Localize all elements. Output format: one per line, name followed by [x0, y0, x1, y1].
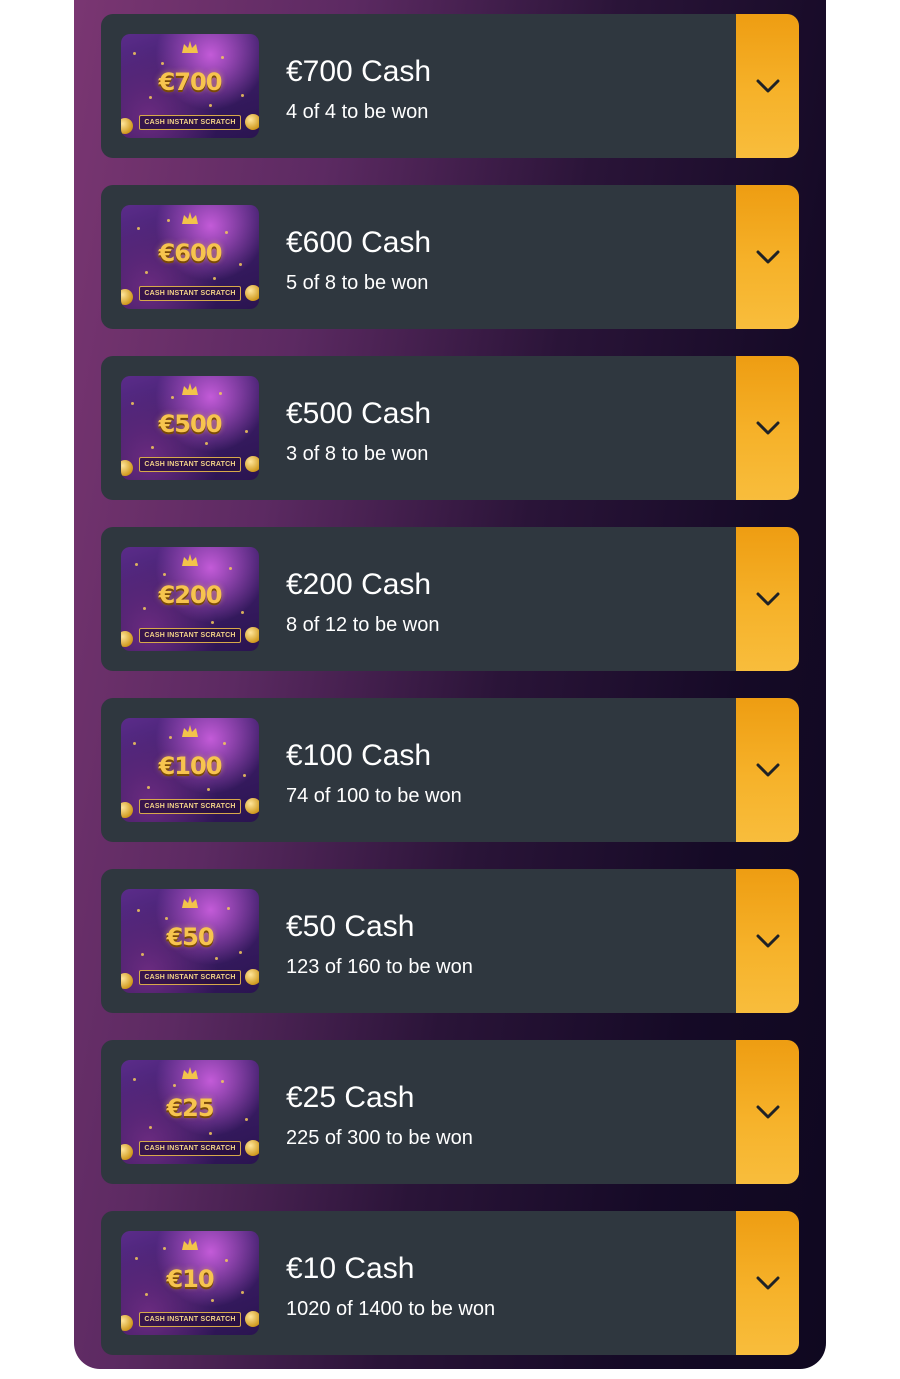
thumb-banner: CASH INSTANT SCRATCH	[139, 1312, 241, 1327]
coin-icon	[245, 285, 259, 301]
coin-icon	[121, 1144, 133, 1160]
thumb-amount: €50	[166, 923, 214, 951]
coin-icon	[121, 1315, 133, 1331]
thumb-banner: CASH INSTANT SCRATCH	[139, 286, 241, 301]
prize-title: €100 Cash	[286, 739, 432, 772]
prize-card-25[interactable]: €25 CASH INSTANT SCRATCH €25 Cash 225 of…	[101, 1040, 799, 1184]
thumb-amount: €500	[158, 410, 223, 438]
chevron-down-icon	[756, 250, 779, 264]
scratch-card-thumbnail: €700 CASH INSTANT SCRATCH	[121, 34, 259, 138]
prize-remaining: 123 of 160 to be won	[286, 956, 473, 978]
prize-card-10[interactable]: €10 CASH INSTANT SCRATCH €10 Cash 1020 o…	[101, 1211, 799, 1355]
prize-list-panel: €700 CASH INSTANT SCRATCH €700 Cash 4 of…	[74, 0, 826, 1369]
coin-icon	[245, 456, 259, 472]
prize-remaining: 74 of 100 to be won	[286, 785, 462, 807]
coin-icon	[245, 1140, 259, 1156]
chevron-down-icon	[756, 763, 779, 777]
chevron-down-icon	[756, 1276, 779, 1290]
prize-list: €700 CASH INSTANT SCRATCH €700 Cash 4 of…	[101, 14, 799, 1369]
prize-remaining: 5 of 8 to be won	[286, 272, 429, 294]
coin-icon	[245, 1311, 259, 1327]
expand-button[interactable]	[736, 527, 799, 671]
thumb-banner: CASH INSTANT SCRATCH	[139, 115, 241, 130]
thumb-amount: €700	[158, 68, 223, 96]
prize-title: €25 Cash	[286, 1081, 415, 1114]
prize-card-50[interactable]: €50 CASH INSTANT SCRATCH €50 Cash 123 of…	[101, 869, 799, 1013]
scratch-card-thumbnail: €25 CASH INSTANT SCRATCH	[121, 1060, 259, 1164]
chevron-down-icon	[756, 1105, 779, 1119]
chevron-down-icon	[756, 934, 779, 948]
thumb-amount: €25	[166, 1094, 214, 1122]
chevron-down-icon	[756, 421, 779, 435]
thumb-amount: €100	[158, 752, 223, 780]
crown-icon	[182, 41, 198, 53]
coin-icon	[245, 969, 259, 985]
crown-icon	[182, 725, 198, 737]
prize-title: €200 Cash	[286, 568, 432, 601]
thumb-amount: €10	[166, 1265, 214, 1293]
prize-remaining: 4 of 4 to be won	[286, 101, 429, 123]
prize-card-500[interactable]: €500 CASH INSTANT SCRATCH €500 Cash 3 of…	[101, 356, 799, 500]
scratch-card-thumbnail: €50 CASH INSTANT SCRATCH	[121, 889, 259, 993]
prize-title: €600 Cash	[286, 226, 432, 259]
chevron-down-icon	[756, 592, 779, 606]
coin-icon	[121, 460, 133, 476]
prize-card-700[interactable]: €700 CASH INSTANT SCRATCH €700 Cash 4 of…	[101, 14, 799, 158]
expand-button[interactable]	[736, 869, 799, 1013]
expand-button[interactable]	[736, 1040, 799, 1184]
crown-icon	[182, 896, 198, 908]
crown-icon	[182, 212, 198, 224]
thumb-banner: CASH INSTANT SCRATCH	[139, 628, 241, 643]
thumb-banner: CASH INSTANT SCRATCH	[139, 457, 241, 472]
crown-icon	[182, 554, 198, 566]
crown-icon	[182, 1238, 198, 1250]
thumb-banner: CASH INSTANT SCRATCH	[139, 799, 241, 814]
scratch-card-thumbnail: €600 CASH INSTANT SCRATCH	[121, 205, 259, 309]
prize-card-200[interactable]: €200 CASH INSTANT SCRATCH €200 Cash 8 of…	[101, 527, 799, 671]
coin-icon	[121, 631, 133, 647]
scratch-card-thumbnail: €500 CASH INSTANT SCRATCH	[121, 376, 259, 480]
prize-title: €500 Cash	[286, 397, 432, 430]
prize-card-600[interactable]: €600 CASH INSTANT SCRATCH €600 Cash 5 of…	[101, 185, 799, 329]
thumb-amount: €600	[158, 239, 223, 267]
expand-button[interactable]	[736, 356, 799, 500]
prize-title: €10 Cash	[286, 1252, 415, 1285]
prize-remaining: 225 of 300 to be won	[286, 1127, 473, 1149]
coin-icon	[121, 118, 133, 134]
prize-card-100[interactable]: €100 CASH INSTANT SCRATCH €100 Cash 74 o…	[101, 698, 799, 842]
thumb-banner: CASH INSTANT SCRATCH	[139, 1141, 241, 1156]
thumb-amount: €200	[158, 581, 223, 609]
scratch-card-thumbnail: €200 CASH INSTANT SCRATCH	[121, 547, 259, 651]
thumb-banner: CASH INSTANT SCRATCH	[139, 970, 241, 985]
prize-title: €700 Cash	[286, 55, 432, 88]
chevron-down-icon	[756, 79, 779, 93]
coin-icon	[245, 627, 259, 643]
expand-button[interactable]	[736, 185, 799, 329]
coin-icon	[121, 973, 133, 989]
prize-remaining: 8 of 12 to be won	[286, 614, 440, 636]
expand-button[interactable]	[736, 698, 799, 842]
crown-icon	[182, 1067, 198, 1079]
prize-remaining: 3 of 8 to be won	[286, 443, 429, 465]
expand-button[interactable]	[736, 14, 799, 158]
scratch-card-thumbnail: €10 CASH INSTANT SCRATCH	[121, 1231, 259, 1335]
prize-remaining: 1020 of 1400 to be won	[286, 1298, 496, 1320]
prize-title: €50 Cash	[286, 910, 415, 943]
coin-icon	[245, 798, 259, 814]
coin-icon	[121, 289, 133, 305]
coin-icon	[121, 802, 133, 818]
coin-icon	[245, 114, 259, 130]
scratch-card-thumbnail: €100 CASH INSTANT SCRATCH	[121, 718, 259, 822]
crown-icon	[182, 383, 198, 395]
expand-button[interactable]	[736, 1211, 799, 1355]
